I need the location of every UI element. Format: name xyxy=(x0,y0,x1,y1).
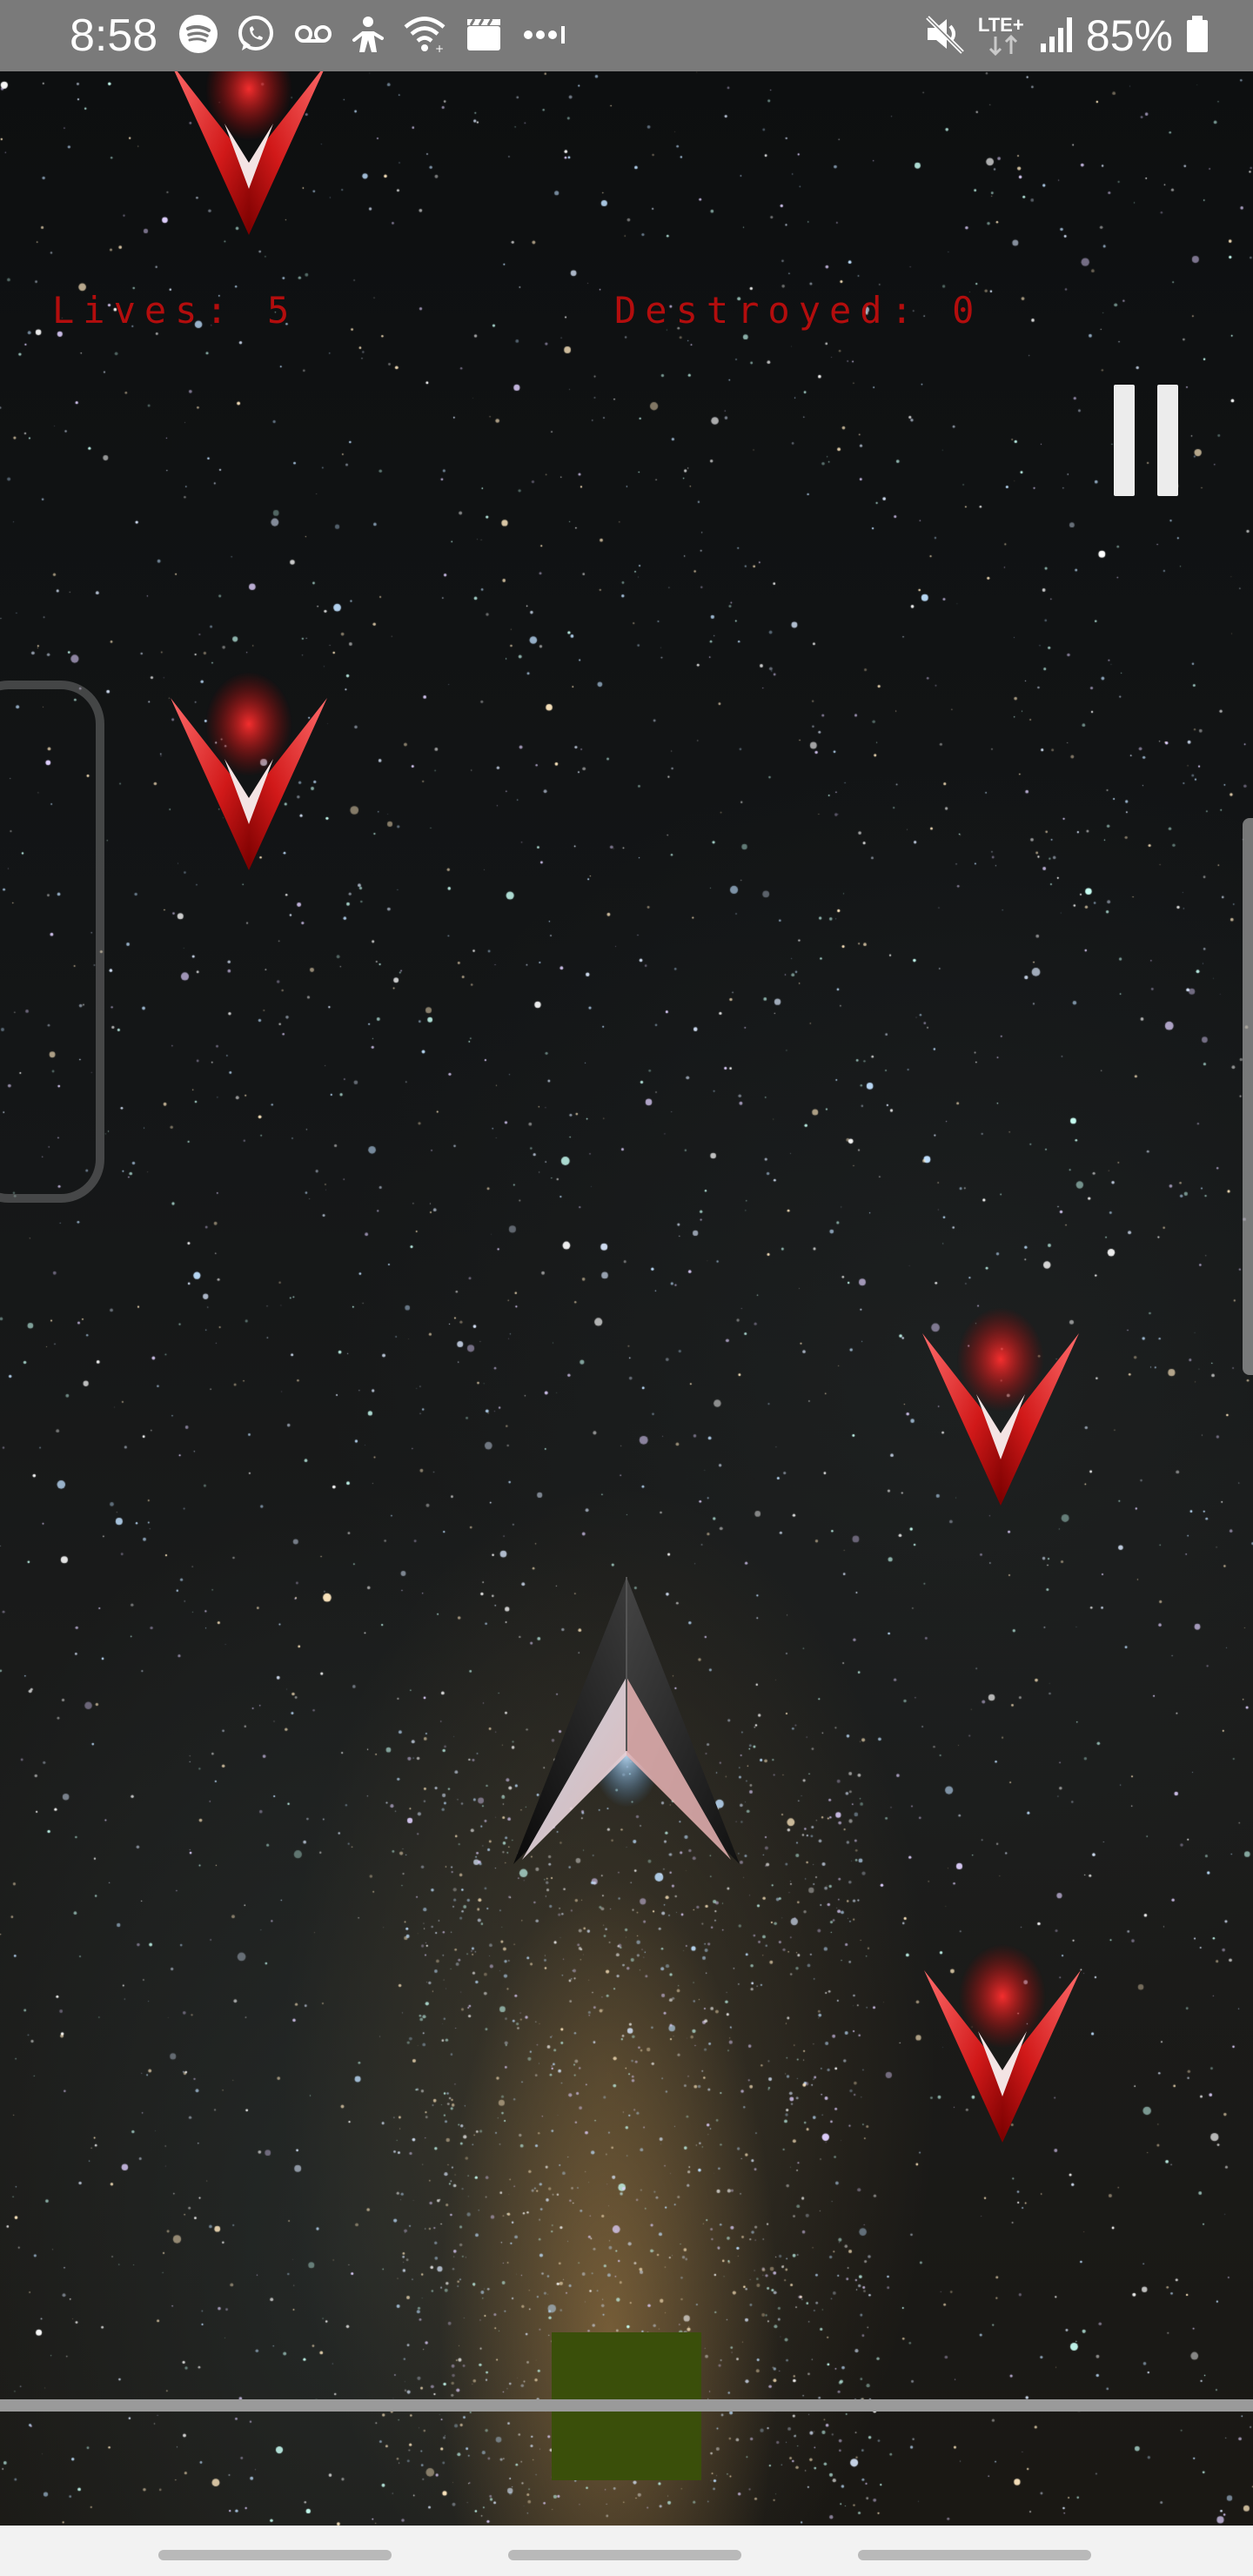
ghost-frame-overlay xyxy=(0,681,104,1203)
edge-panel-handle[interactable] xyxy=(1243,818,1253,1375)
more-dots-icon xyxy=(521,14,566,58)
network-label: LTE+ xyxy=(977,14,1024,36)
whatsapp-icon xyxy=(236,14,276,58)
lives-counter: Lives: 5 xyxy=(52,289,298,332)
svg-text:+: + xyxy=(435,43,444,54)
status-bar: 8:58 + LTE+ 85% xyxy=(0,0,1253,71)
battery-percent: 85% xyxy=(1085,11,1173,60)
wifi-icon: + xyxy=(403,14,446,58)
notification-figure-icon xyxy=(351,14,385,58)
notification-icons: + xyxy=(178,14,566,58)
destroyed-counter: Destroyed: 0 xyxy=(614,289,983,332)
player-ship[interactable] xyxy=(513,1577,740,1873)
nav-recents-handle[interactable] xyxy=(158,2550,392,2560)
nav-back-handle[interactable] xyxy=(858,2550,1091,2560)
pause-button[interactable] xyxy=(1114,385,1178,496)
enemy-ship xyxy=(171,71,327,237)
ground-line xyxy=(0,2399,1253,2412)
clapperboard-icon xyxy=(464,14,504,58)
status-time: 8:58 xyxy=(70,10,158,61)
navigation-bar xyxy=(0,2526,1253,2576)
enemy-ship xyxy=(171,637,327,872)
lte-icon: LTE+ xyxy=(978,14,1027,57)
game-canvas[interactable]: Lives: 5 Destroyed: 0 xyxy=(0,71,1253,2526)
enemy-ship xyxy=(922,1272,1079,1507)
voicemail-icon xyxy=(293,14,333,58)
signal-icon xyxy=(1039,14,1074,58)
enemy-ship xyxy=(924,1909,1081,2144)
spotify-icon xyxy=(178,14,218,58)
system-status: LTE+ 85% xyxy=(924,10,1209,61)
nav-home-handle[interactable] xyxy=(508,2550,741,2560)
battery-icon xyxy=(1185,14,1209,58)
mute-icon xyxy=(924,12,966,60)
